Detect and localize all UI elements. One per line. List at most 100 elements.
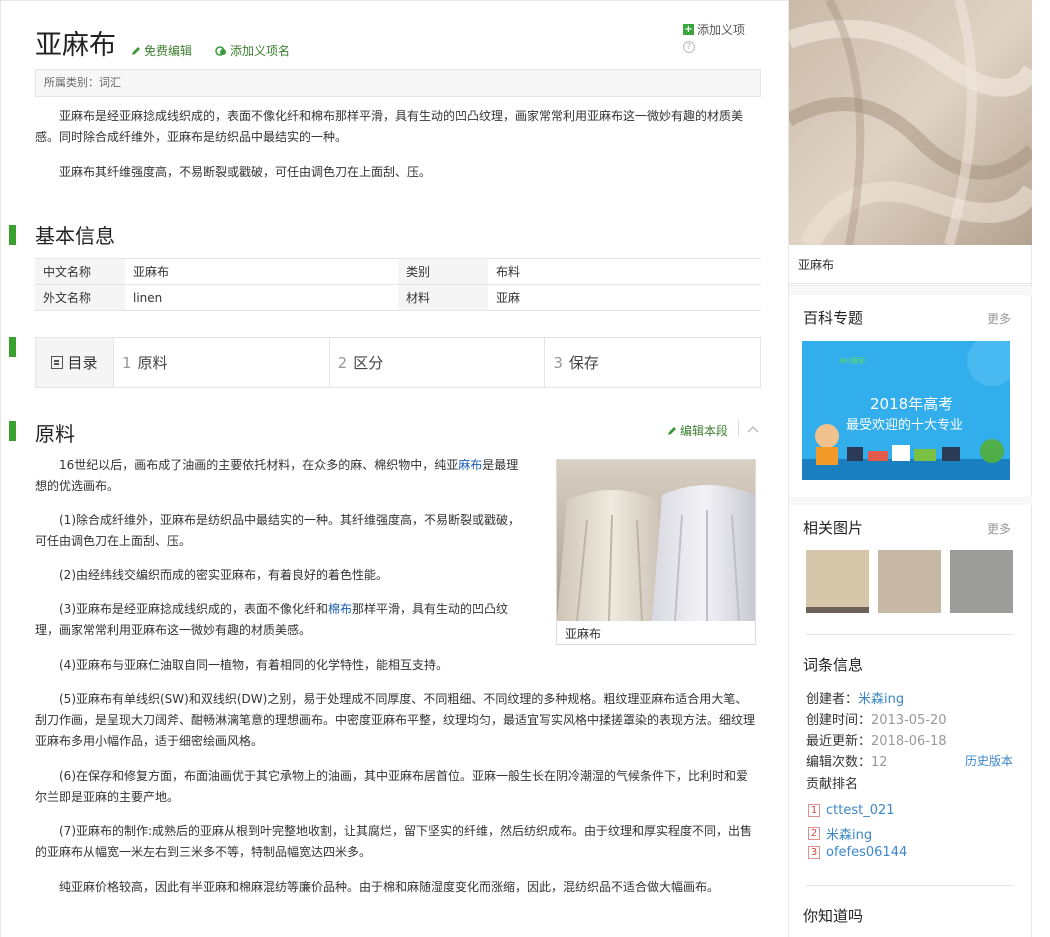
section-paragraph: (2)由经纬线交编织而成的密实亚麻布，有着良好的着色性能。 — [59, 568, 389, 582]
rank-item[interactable]: 1 cttest_021 — [808, 803, 895, 818]
section-paragraph: 16世纪以后，画布成了油画的主要依托材料，在众多的麻、棉织物中，纯亚麻布是最理想… — [35, 455, 530, 497]
section-paragraph: (6)在保存和修复方面，布面油画优于其它承物上的油画，其中亚麻布居首位。亚麻一般… — [35, 769, 749, 804]
help-icon[interactable]: ? — [683, 41, 695, 53]
section-figure[interactable]: 亚麻布 — [556, 459, 756, 645]
page-title: 亚麻布 — [35, 30, 116, 61]
info-row: 中文名称 亚麻布 类别 布料 — [35, 259, 761, 285]
section-gap — [789, 287, 1032, 295]
creator-link[interactable]: 米森ing — [858, 692, 904, 707]
add-meaning-icon — [215, 45, 226, 56]
info-value: linen — [133, 291, 163, 305]
related-more-link[interactable]: 更多 — [987, 520, 1011, 537]
creator-row: 创建者：米森ing — [806, 689, 904, 711]
section-marker — [9, 225, 16, 245]
banner-brand: 360搜索 — [838, 356, 865, 365]
section-paragraph: 纯亚麻价格较高，因此有半亚麻和棉麻混纺等廉价品种。由于棉和麻随湿度变化而涨缩，因… — [59, 880, 720, 894]
add-meaning-label: 添加义项名 — [230, 44, 291, 58]
related-image-1[interactable] — [806, 550, 869, 613]
edit-count: 12 — [871, 755, 888, 770]
toc-item-number: 3 — [553, 353, 563, 372]
divider — [738, 420, 739, 438]
section-paragraph: (5)亚麻布有单线织(SW)和双线织(DW)之别，易于处理成不同厚度、不同粗细、… — [35, 692, 756, 748]
paragraph-text: (3)亚麻布是经亚麻捻成线织成的，表面不像化纤和 — [59, 602, 328, 616]
pencil-icon — [668, 426, 676, 435]
info-key: 外文名称 — [35, 285, 125, 310]
entry-info-title: 词条信息 — [803, 656, 864, 674]
meta-label: 创建时间： — [806, 713, 872, 728]
history-link[interactable]: 历史版本 — [965, 752, 1013, 769]
section-paragraph: (4)亚麻布与亚麻仁油取自同一植物，有着相同的化学特性，能相互支持。 — [59, 658, 449, 672]
divider — [806, 634, 1014, 635]
toc-item-label: 保存 — [568, 354, 599, 372]
rank-title: 贡献排名 — [806, 777, 859, 792]
toc-item-1[interactable]: 1 原料 — [114, 338, 330, 387]
section-paragraph: (1)除合成纤维外，亚麻布是纺织品中最结实的一种。其纤维强度高，不易断裂或戳破，… — [35, 513, 521, 548]
intro-paragraph-2: 亚麻布其纤维强度高，不易断裂或戳破，可任由调色刀在上面刮、压。 — [59, 165, 432, 179]
table-of-contents: 目录 1 原料 2 区分 3 保存 — [35, 337, 761, 388]
toc-label: 目录 — [67, 354, 98, 372]
toc-item-number: 2 — [337, 353, 348, 372]
edits-row: 编辑次数：12 — [806, 752, 888, 774]
info-row: 外文名称 linen 材料 亚麻 — [35, 285, 761, 311]
free-edit-label: 免费编辑 — [144, 44, 193, 58]
edit-section-label: 编辑本段 — [680, 424, 729, 438]
related-images-title: 相关图片 — [803, 519, 864, 537]
basic-info-table: 中文名称 亚麻布 类别 布料 外文名称 linen 材料 亚麻 — [35, 258, 761, 311]
basic-info-heading: 基本信息 — [35, 224, 115, 248]
toc-header: 目录 — [36, 338, 114, 387]
edit-section-button[interactable]: 编辑本段 — [667, 422, 728, 439]
section-heading: 原料 — [35, 422, 75, 446]
plus-icon: + — [683, 24, 694, 35]
linen-tablecloth-photo — [557, 460, 755, 621]
toc-item-number: 1 — [122, 353, 132, 372]
linen-link[interactable]: 麻布 — [458, 458, 482, 472]
meta-label: 编辑次数： — [806, 755, 872, 770]
gaokao-banner[interactable]: 360搜索 2018年高考 最受欢迎的十大专业 — [802, 341, 1010, 480]
did-you-know-title: 你知道吗 — [803, 907, 864, 925]
hero-photo[interactable] — [789, 0, 1032, 245]
rank-item[interactable]: 3 ofefes06144 — [808, 845, 907, 860]
banner-line-2: 最受欢迎的十大专业 — [846, 417, 963, 433]
info-key: 类别 — [398, 259, 488, 284]
collapse-chevron-icon[interactable] — [746, 422, 760, 436]
updated-date: 2018-06-18 — [871, 734, 947, 749]
info-key: 中文名称 — [35, 259, 125, 284]
thumb-edge — [806, 607, 869, 613]
meta-label: 最近更新： — [806, 734, 872, 749]
free-edit-button[interactable]: 免费编辑 — [131, 42, 192, 59]
category-bar: 所属类别：词汇 — [35, 69, 761, 97]
cotton-link[interactable]: 棉布 — [328, 602, 352, 616]
main-content: 亚麻布 免费编辑 添加义项名 + 添加义项 ? 所属类别：词汇 亚麻布是经亚麻捻… — [0, 0, 788, 937]
topics-title: 百科专题 — [803, 309, 864, 327]
add-meaning-button[interactable]: 添加义项名 — [215, 42, 290, 59]
meta-label: 创建者： — [806, 692, 859, 707]
rank-number: 2 — [808, 827, 820, 840]
divider — [806, 885, 1014, 886]
paragraph-text: 16世纪以后，画布成了油画的主要依托材料，在众多的麻、棉织物中，纯亚 — [59, 458, 459, 472]
section-paragraph: (3)亚麻布是经亚麻捻成线织成的，表面不像化纤和棉布那样平滑，具有生动的凹凸纹理… — [35, 599, 530, 641]
section-marker — [9, 421, 16, 441]
toc-item-3[interactable]: 3 保存 — [545, 338, 760, 387]
info-key: 材料 — [398, 285, 488, 310]
related-image-3[interactable] — [950, 550, 1013, 613]
toc-item-label: 原料 — [137, 354, 168, 372]
section-marker — [9, 337, 16, 357]
related-image-2[interactable] — [878, 550, 941, 613]
rank-user[interactable]: 米森ing — [826, 824, 872, 843]
banner-line-1: 2018年高考 — [870, 395, 953, 413]
info-value: 布料 — [496, 265, 521, 279]
section-gap — [789, 497, 1032, 505]
add-item-label: 添加义项 — [697, 23, 746, 37]
toc-item-label: 区分 — [353, 354, 384, 372]
add-item-button[interactable]: + 添加义项 — [683, 21, 745, 38]
toc-item-2[interactable]: 2 区分 — [330, 338, 546, 387]
rank-number: 1 — [808, 804, 820, 817]
topics-more-link[interactable]: 更多 — [987, 310, 1011, 327]
hero-caption: 亚麻布 — [798, 258, 835, 272]
created-row: 创建时间：2013-05-20 — [806, 710, 947, 732]
rank-user[interactable]: cttest_021 — [826, 803, 895, 818]
rank-item[interactable]: 2 米森ing — [808, 824, 872, 843]
rank-user[interactable]: ofefes06144 — [826, 845, 907, 860]
divider — [789, 283, 1032, 286]
section-paragraph: (7)亚麻布的制作:成熟后的亚麻从根到叶完整地收割，让其腐烂，留下坚实的纤维，然… — [35, 824, 753, 859]
